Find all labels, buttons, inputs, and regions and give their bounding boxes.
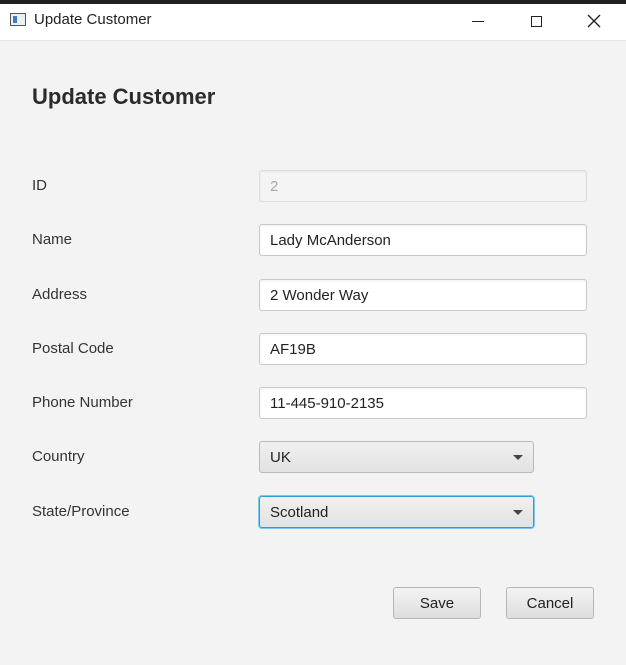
app-window-icon — [10, 13, 26, 26]
postal-code-label: Postal Code — [32, 340, 114, 357]
close-button[interactable] — [571, 4, 617, 38]
minimize-button[interactable] — [455, 4, 501, 38]
window-title: Update Customer — [34, 11, 152, 28]
address-value: 2 Wonder Way — [270, 286, 369, 304]
state-select[interactable]: Scotland — [259, 496, 534, 528]
name-value: Lady McAnderson — [270, 231, 391, 249]
minimize-icon — [472, 20, 484, 22]
name-field[interactable]: Lady McAnderson — [259, 224, 587, 256]
phone-label: Phone Number — [32, 394, 133, 411]
maximize-icon — [530, 15, 542, 27]
state-selected-value: Scotland — [270, 503, 329, 521]
title-bar: Update Customer — [0, 0, 626, 41]
id-label: ID — [32, 177, 47, 194]
save-button[interactable]: Save — [393, 587, 481, 619]
id-value: 2 — [270, 177, 279, 195]
maximize-button[interactable] — [513, 4, 559, 38]
cancel-button[interactable]: Cancel — [506, 587, 594, 619]
chevron-down-icon — [513, 454, 523, 460]
address-field[interactable]: 2 Wonder Way — [259, 279, 587, 311]
country-selected-value: UK — [270, 448, 291, 466]
phone-value: 11-445-910-2135 — [270, 394, 384, 412]
country-label: Country — [32, 448, 85, 465]
name-label: Name — [32, 231, 73, 248]
postal-code-field[interactable]: AF19B — [259, 333, 587, 365]
address-label: Address — [32, 286, 88, 303]
close-icon — [587, 14, 601, 28]
page-title: Update Customer — [32, 84, 216, 109]
postal-code-value: AF19B — [270, 340, 316, 358]
state-label: State/Province — [32, 503, 130, 520]
phone-field[interactable]: 11-445-910-2135 — [259, 387, 587, 419]
chevron-down-icon — [513, 509, 523, 515]
country-select[interactable]: UK — [259, 441, 534, 473]
id-field: 2 — [259, 170, 587, 202]
